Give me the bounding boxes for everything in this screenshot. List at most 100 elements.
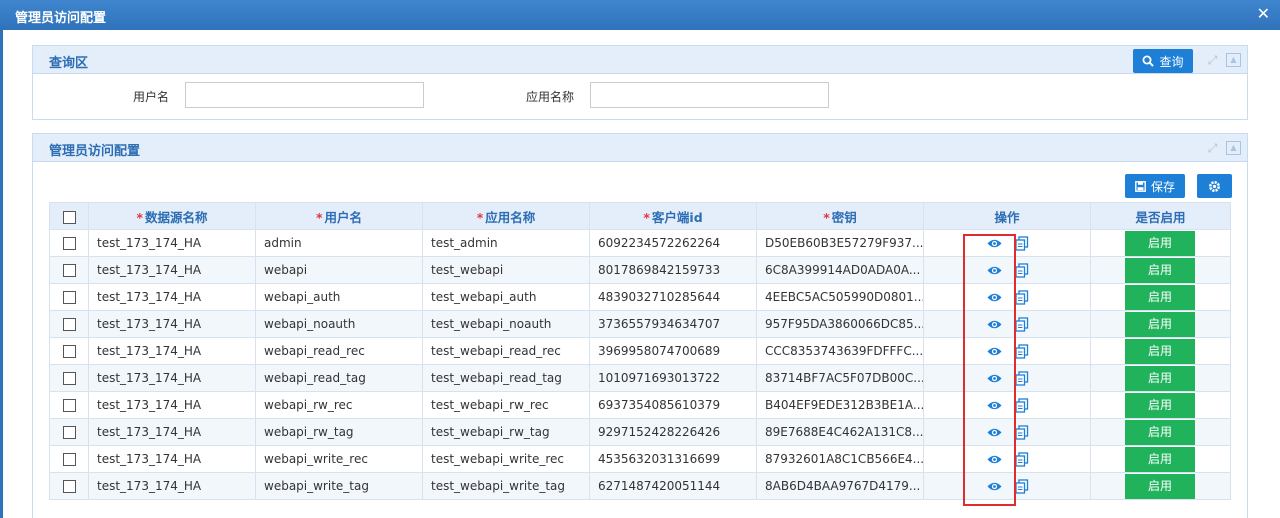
eye-icon[interactable] [987, 238, 1002, 252]
copy-icon[interactable] [1015, 236, 1029, 254]
enable-button[interactable]: 启用 [1125, 420, 1195, 445]
expand-icon[interactable]: ⤢ [1205, 53, 1220, 67]
copy-icon[interactable] [1015, 290, 1029, 308]
row-checkbox[interactable] [62, 291, 76, 304]
row-checkbox[interactable] [62, 318, 76, 331]
table-row[interactable]: test_173_174_HA webapi_read_rec test_webap… [49, 337, 1231, 365]
row-checkbox[interactable] [62, 426, 76, 439]
cell-secret: 89E7688E4C462A131C8... [756, 418, 924, 446]
cell-secret: 8AB6D4BAA9767D4179... [756, 472, 924, 500]
expand-icon[interactable]: ⤢ [1205, 141, 1220, 155]
enable-button[interactable]: 启用 [1125, 366, 1195, 391]
search-icon [1142, 55, 1155, 67]
table-row[interactable]: test_173_174_HA webapi_noauth test_webapi_… [49, 310, 1231, 338]
cell-clientid: 8017869842159733 [589, 256, 757, 284]
query-panel: 查询区 查询 ⤢ ▲ 用户名 应用名称 [32, 45, 1248, 120]
copy-icon[interactable] [1015, 263, 1029, 281]
cell-username: webapi_rw_rec [255, 391, 423, 419]
row-checkbox[interactable] [62, 264, 76, 277]
table-row[interactable]: test_173_174_HA webapi_write_tag test_weba… [49, 472, 1231, 500]
select-all-checkbox[interactable] [62, 210, 76, 224]
left-edge-strip [0, 30, 3, 518]
cell-username: webapi_read_rec [255, 337, 423, 365]
search-button[interactable]: 查询 [1133, 49, 1193, 73]
copy-icon[interactable] [1015, 425, 1029, 443]
cell-clientid: 3969958074700689 [589, 337, 757, 365]
settings-button[interactable] [1197, 174, 1232, 198]
enable-button[interactable]: 启用 [1125, 285, 1195, 310]
eye-icon[interactable] [987, 265, 1002, 279]
col-header-username[interactable]: * 用户名 [255, 202, 423, 230]
cell-secret: 87932601A8C1CB566E4... [756, 445, 924, 473]
copy-icon[interactable] [1015, 317, 1029, 335]
copy-icon[interactable] [1015, 371, 1029, 389]
table-row[interactable]: test_173_174_HA webapi_read_tag test_webap… [49, 364, 1231, 392]
copy-icon[interactable] [1015, 479, 1029, 497]
table-row[interactable]: test_173_174_HA admin test_admin 6092234572… [49, 229, 1231, 257]
table-row[interactable]: test_173_174_HA webapi_rw_tag test_webapi_… [49, 418, 1231, 446]
eye-icon[interactable] [987, 319, 1002, 333]
row-checkbox-cell [49, 472, 89, 500]
cell-actions [923, 337, 1091, 365]
eye-icon[interactable] [987, 481, 1002, 495]
enable-button[interactable]: 启用 [1125, 447, 1195, 472]
eye-icon[interactable] [987, 373, 1002, 387]
col-header-datasource[interactable]: * 数据源名称 [88, 202, 256, 230]
copy-icon[interactable] [1015, 398, 1029, 416]
enable-button[interactable]: 启用 [1125, 258, 1195, 283]
eye-icon[interactable] [987, 292, 1002, 306]
table-row[interactable]: test_173_174_HA webapi_write_rec test_weba… [49, 445, 1231, 473]
cell-secret: CCC8353743639FDFFFC... [756, 337, 924, 365]
window-titlebar: 管理员访问配置 ✕ [0, 0, 1280, 30]
enable-button[interactable]: 启用 [1125, 231, 1195, 256]
cell-datasource: test_173_174_HA [88, 310, 256, 338]
save-button-label: 保存 [1150, 179, 1175, 194]
enable-button[interactable]: 启用 [1125, 312, 1195, 337]
username-input[interactable] [185, 82, 424, 108]
row-checkbox[interactable] [62, 372, 76, 385]
cell-enabled: 启用 [1090, 364, 1231, 392]
col-header-label: 客户端id [651, 209, 703, 225]
col-header-clientid[interactable]: * 客户端id [589, 202, 757, 230]
cell-appname: test_webapi_write_tag [422, 472, 590, 500]
row-checkbox[interactable] [62, 237, 76, 250]
eye-icon[interactable] [987, 400, 1002, 414]
table-row[interactable]: test_173_174_HA webapi_auth test_webapi_au… [49, 283, 1231, 311]
close-icon[interactable]: ✕ [1257, 5, 1270, 23]
cell-actions [923, 391, 1091, 419]
copy-icon[interactable] [1015, 344, 1029, 362]
row-checkbox[interactable] [62, 480, 76, 493]
app-name-input[interactable] [590, 82, 829, 108]
col-header-label: 应用名称 [485, 209, 536, 225]
save-icon [1135, 180, 1146, 192]
copy-icon[interactable] [1015, 452, 1029, 470]
eye-icon[interactable] [987, 454, 1002, 468]
cell-actions [923, 256, 1091, 284]
eye-icon[interactable] [987, 346, 1002, 360]
col-header-label: 密钥 [831, 209, 857, 225]
cell-datasource: test_173_174_HA [88, 364, 256, 392]
col-header-appname[interactable]: * 应用名称 [422, 202, 590, 230]
collapse-icon[interactable]: ▲ [1226, 53, 1241, 67]
enable-button[interactable]: 启用 [1125, 474, 1195, 499]
table-row[interactable]: test_173_174_HA webapi test_webapi 80178698… [49, 256, 1231, 284]
cell-datasource: test_173_174_HA [88, 283, 256, 311]
enable-button[interactable]: 启用 [1125, 339, 1195, 364]
collapse-icon[interactable]: ▲ [1226, 141, 1241, 155]
save-button[interactable]: 保存 [1125, 174, 1185, 198]
cell-appname: test_webapi [422, 256, 590, 284]
row-checkbox[interactable] [62, 399, 76, 412]
enable-button[interactable]: 启用 [1125, 393, 1195, 418]
cell-actions [923, 472, 1091, 500]
col-header-label: 是否启用 [1135, 209, 1186, 225]
table-row[interactable]: test_173_174_HA webapi_rw_rec test_webapi_… [49, 391, 1231, 419]
row-checkbox[interactable] [62, 345, 76, 358]
cell-enabled: 启用 [1090, 229, 1231, 257]
cell-appname: test_webapi_noauth [422, 310, 590, 338]
row-checkbox[interactable] [62, 453, 76, 466]
search-button-label: 查询 [1159, 54, 1184, 69]
col-header-secret[interactable]: * 密钥 [756, 202, 924, 230]
eye-icon[interactable] [987, 427, 1002, 441]
cell-clientid: 6271487420051144 [589, 472, 757, 500]
col-header-actions: 操作 [923, 202, 1091, 230]
